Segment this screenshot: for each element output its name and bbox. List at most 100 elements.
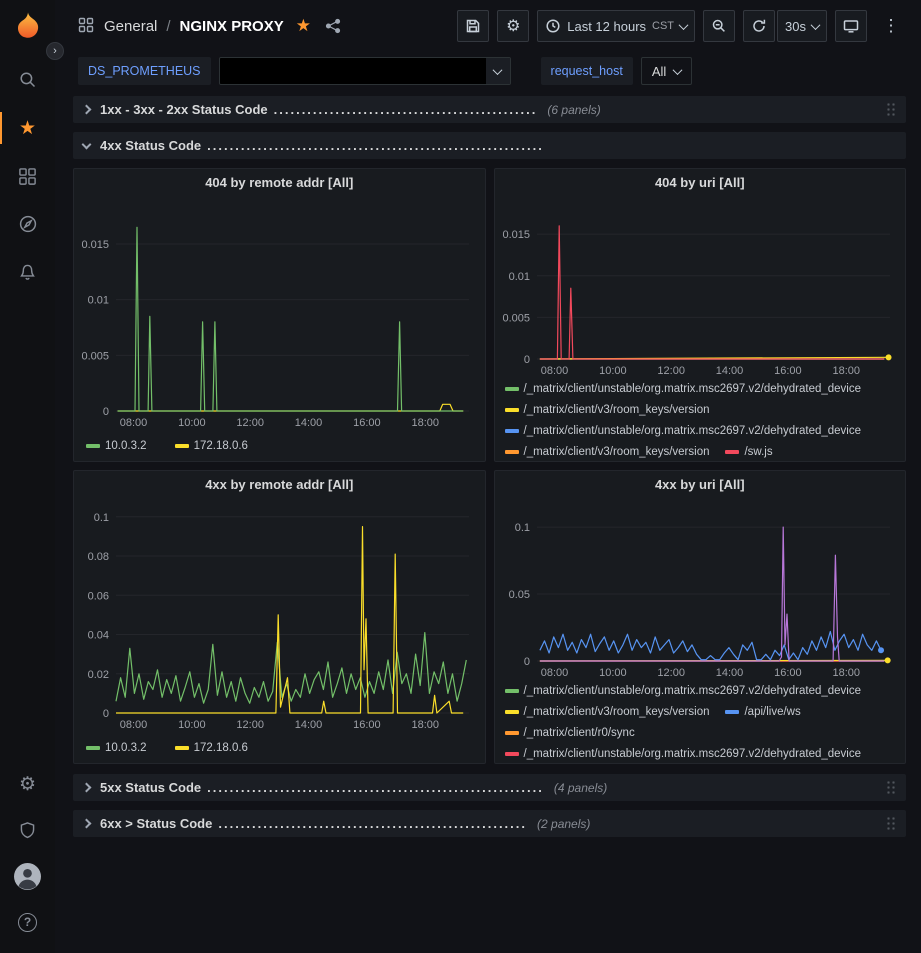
legend-label: /sw.js — [744, 446, 772, 458]
row-header-1xx-3xx-2xx[interactable]: 1xx - 3xx - 2xx Status Code ............… — [73, 96, 906, 123]
svg-text:16:00: 16:00 — [353, 719, 381, 731]
chevron-down-icon — [82, 139, 92, 149]
legend-item[interactable]: /_matrix/client/unstable/org.matrix.msc2… — [505, 423, 862, 439]
timeseries-chart[interactable]: 00.0050.010.01508:0010:0012:0014:0016:00… — [74, 197, 485, 431]
sidebar-item-profile[interactable] — [0, 853, 55, 899]
chevron-down-icon — [679, 20, 689, 30]
row-drag-handle[interactable] — [886, 102, 896, 117]
sidebar-nav: ★ — [0, 56, 55, 296]
sidebar-item-dashboards[interactable] — [0, 152, 55, 200]
chevron-right-icon — [82, 819, 92, 829]
panel-4xx-by-remote-addr: 4xx by remote addr [All] 00.020.040.060.… — [73, 470, 486, 764]
timeseries-chart[interactable]: 00.050.108:0010:0012:0014:0016:0018:00 — [495, 499, 906, 681]
svg-text:18:00: 18:00 — [411, 417, 439, 429]
legend-swatch — [505, 450, 519, 454]
row-header-6xx[interactable]: 6xx > Status Code ......................… — [73, 810, 906, 837]
favorite-star-icon[interactable]: ★ — [296, 16, 311, 36]
timeseries-chart[interactable]: 00.0050.010.01508:0010:0012:0014:0016:00… — [495, 197, 906, 379]
panel-title[interactable]: 404 by remote addr [All] — [74, 169, 485, 197]
legend-item[interactable]: 172.18.0.6 — [175, 740, 248, 756]
refresh-interval-label: 30s — [785, 19, 806, 34]
sidebar-item-help[interactable]: ? — [0, 899, 55, 945]
time-range-picker[interactable]: Last 12 hours CST — [537, 10, 695, 42]
legend-label: 10.0.3.2 — [105, 440, 147, 452]
dashboard-settings-button[interactable]: ⚙ — [497, 10, 529, 42]
shield-icon — [18, 821, 37, 840]
panel-title[interactable]: 404 by uri [All] — [495, 169, 906, 197]
legend-item[interactable]: /_matrix/client/unstable/org.matrix.msc2… — [505, 683, 862, 699]
legend-item[interactable]: 10.0.3.2 — [86, 740, 147, 756]
time-range-label: Last 12 hours — [567, 19, 646, 34]
tv-mode-button[interactable] — [835, 10, 867, 42]
datasource-variable-value[interactable] — [219, 57, 511, 85]
legend-item[interactable]: /_matrix/client/unstable/org.matrix.msc2… — [505, 746, 862, 762]
svg-text:18:00: 18:00 — [832, 667, 860, 679]
row-header-4xx[interactable]: 4xx Status Code ........................… — [73, 132, 906, 159]
legend-item[interactable]: /api/live/ws — [725, 704, 800, 720]
svg-text:0.08: 0.08 — [88, 551, 109, 563]
sidebar-item-server-admin[interactable] — [0, 807, 55, 853]
legend-item[interactable]: /_matrix/client/unstable/org.matrix.msc2… — [505, 381, 862, 397]
svg-text:0.1: 0.1 — [94, 512, 109, 524]
svg-text:0.015: 0.015 — [81, 239, 109, 251]
sidebar-item-starred[interactable]: ★ — [0, 104, 55, 152]
row-drag-handle[interactable] — [886, 816, 896, 831]
legend-label: /_matrix/client/v3/room_keys/version — [524, 446, 710, 458]
refresh-button[interactable] — [743, 10, 775, 42]
question-icon: ? — [18, 913, 37, 932]
request-host-selected: All — [652, 64, 666, 79]
sidebar-item-alerting[interactable] — [0, 248, 55, 296]
legend-label: /_matrix/client/r0/sync — [524, 727, 635, 739]
search-icon — [18, 70, 38, 90]
more-options-button[interactable]: ⋮ — [875, 10, 907, 42]
legend-swatch — [505, 387, 519, 391]
legend-item[interactable]: /_matrix/client/v3/room_keys/version — [505, 704, 710, 720]
legend-item[interactable]: /_matrix/client/r0/sync — [505, 725, 635, 741]
legend-swatch — [505, 731, 519, 735]
svg-text:16:00: 16:00 — [774, 667, 802, 679]
svg-text:12:00: 12:00 — [657, 667, 685, 679]
grafana-logo[interactable] — [13, 10, 43, 42]
save-dashboard-button[interactable] — [457, 10, 489, 42]
request-host-variable-label[interactable]: request_host — [541, 57, 633, 85]
row-header-5xx[interactable]: 5xx Status Code ........................… — [73, 774, 906, 801]
legend-item[interactable]: /sw.js — [725, 444, 772, 460]
legend-swatch — [86, 746, 100, 750]
legend-item[interactable]: 172.18.0.6 — [175, 438, 248, 454]
kebab-menu-icon: ⋮ — [883, 16, 900, 36]
svg-text:14:00: 14:00 — [715, 365, 743, 377]
dashboard-title[interactable]: NGINX PROXY — [180, 18, 284, 35]
legend-item[interactable]: 10.0.3.2 — [86, 438, 147, 454]
share-icon[interactable] — [325, 18, 341, 34]
svg-text:10:00: 10:00 — [178, 719, 206, 731]
sidebar-item-configuration[interactable]: ⚙ — [0, 761, 55, 807]
svg-text:0.005: 0.005 — [502, 312, 530, 324]
request-host-variable-value[interactable]: All — [641, 57, 692, 85]
breadcrumb-section[interactable]: General — [104, 18, 157, 35]
chevron-right-icon — [82, 783, 92, 793]
sidebar-item-explore[interactable] — [0, 200, 55, 248]
legend-item[interactable]: /_matrix/client/v3/room_keys/version — [505, 402, 710, 418]
dashboards-grid-icon — [18, 167, 37, 186]
zoom-out-button[interactable] — [703, 10, 735, 42]
gear-icon: ⚙ — [19, 773, 36, 796]
svg-text:12:00: 12:00 — [236, 417, 264, 429]
row-drag-handle[interactable] — [886, 780, 896, 795]
refresh-interval-dropdown[interactable]: 30s — [777, 10, 827, 42]
panel-title[interactable]: 4xx by remote addr [All] — [74, 471, 485, 499]
svg-text:16:00: 16:00 — [353, 417, 381, 429]
legend-swatch — [505, 408, 519, 412]
chart-legend: /_matrix/client/unstable/org.matrix.msc2… — [495, 681, 906, 763]
svg-text:0.05: 0.05 — [508, 589, 529, 601]
sidebar-item-search[interactable] — [0, 56, 55, 104]
datasource-variable-label[interactable]: DS_PROMETHEUS — [78, 57, 211, 85]
sidebar-expand-toggle[interactable]: › — [46, 42, 64, 60]
panel-title[interactable]: 4xx by uri [All] — [495, 471, 906, 499]
toolbar: ⚙ Last 12 hours CST 30s — [457, 10, 907, 42]
svg-text:14:00: 14:00 — [715, 667, 743, 679]
timeseries-chart[interactable]: 00.020.040.060.080.108:0010:0012:0014:00… — [74, 499, 485, 733]
svg-text:0: 0 — [523, 354, 529, 366]
legend-item[interactable]: /_matrix/client/v3/room_keys/version — [505, 444, 710, 460]
svg-text:0.005: 0.005 — [81, 350, 109, 362]
chart-svg: 00.020.040.060.080.108:0010:0012:0014:00… — [74, 499, 485, 733]
